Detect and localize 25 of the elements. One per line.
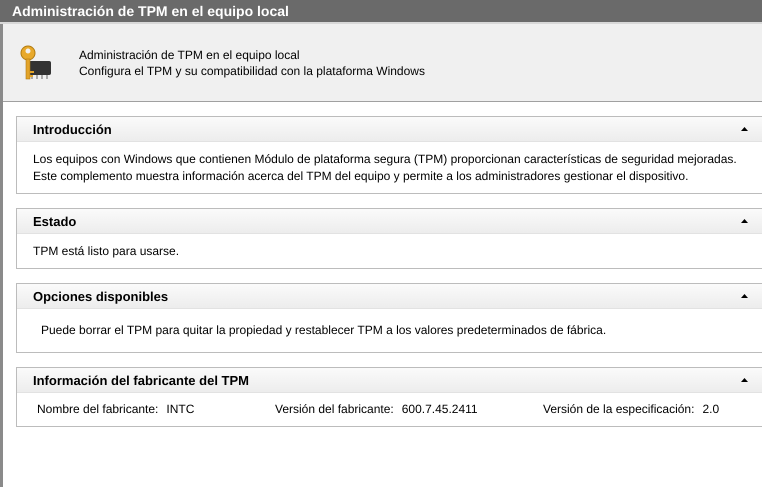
header-subtitle: Configura el TPM y su compatibilidad con la plataforma Windows [79, 62, 425, 78]
section-header[interactable]: Opciones disponibles [17, 284, 762, 309]
collapse-icon[interactable] [741, 127, 748, 131]
field-label: Nombre del fabricante: [37, 402, 158, 416]
collapse-icon[interactable] [741, 378, 748, 382]
field-value: 2.0 [702, 402, 720, 416]
section-text: TPM está listo para usarse. [33, 244, 180, 258]
section-title: Estado [33, 214, 76, 228]
field-label: Versión del fabricante: [275, 402, 394, 416]
header-title: Administración de TPM en el equipo local [79, 46, 301, 62]
window-title: Administración de TPM en el equipo local [0, 0, 762, 24]
section-title: Opciones disponibles [33, 288, 168, 304]
section-header[interactable]: Información del fabricante del TPM [17, 368, 762, 393]
section-header[interactable]: Introducción [17, 117, 762, 142]
collapse-icon[interactable] [741, 219, 748, 223]
key-chip-icon [19, 44, 53, 80]
section-title: Información del fabricante del TPM [33, 372, 249, 388]
field-value: INTC [166, 402, 194, 416]
field-value: 600.7.45.2411 [402, 402, 478, 416]
section-title: Introducción [33, 122, 112, 136]
section-text: Puede borrar el TPM para quitar la propiedad y restablecer TPM a los valores predeterminados de fábrica. [41, 323, 606, 337]
section-text: Los equipos con Windows que contienen Módulo de plataforma segura (TPM) proporcionan características de seguridad mejoradas. Este complemento muestra información acerca del TPM del equipo y permite a los administradores gestionar el dispositivo. [33, 152, 737, 183]
section-header[interactable]: Estado [17, 209, 762, 234]
field-label: Versión de la especificación: [543, 402, 694, 416]
collapse-icon[interactable] [741, 294, 748, 298]
